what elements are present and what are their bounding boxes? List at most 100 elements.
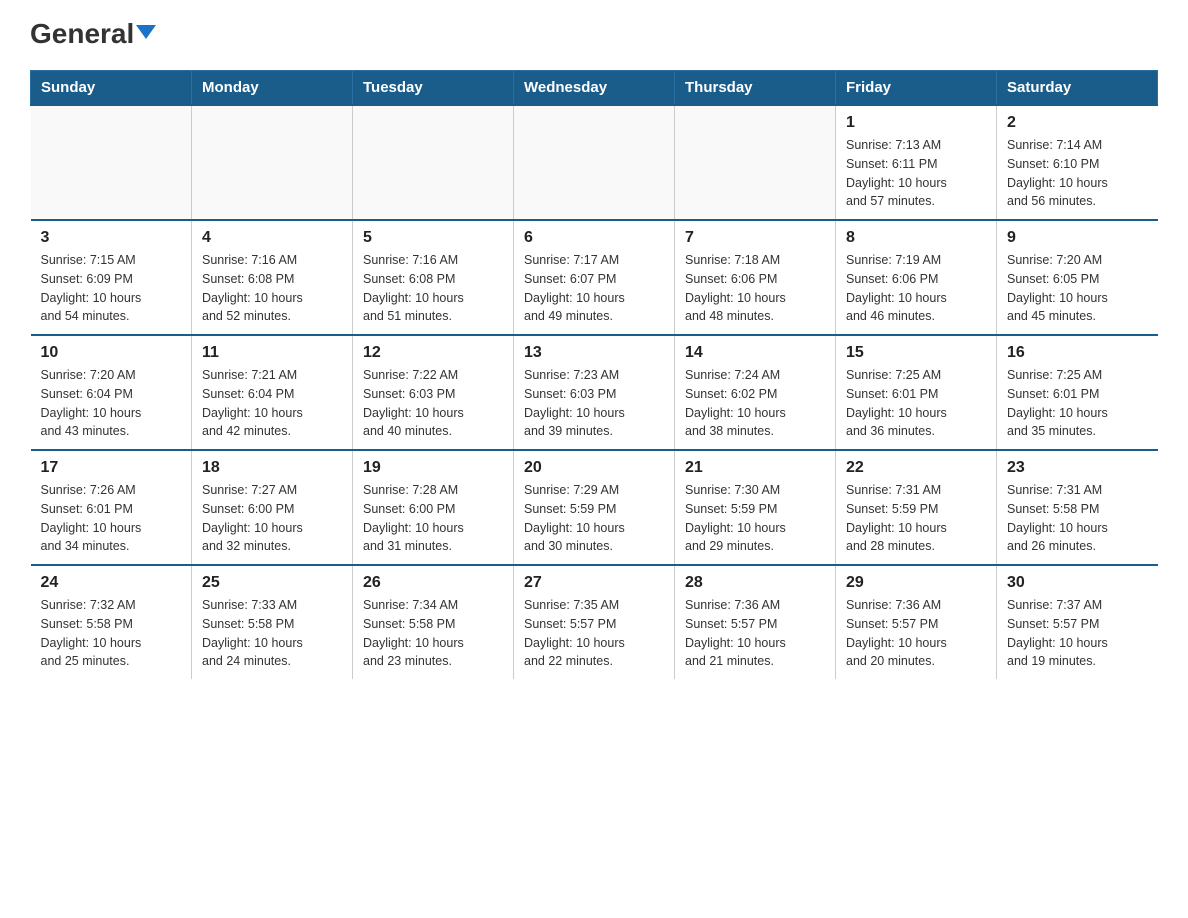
calendar-week-row: 3 Sunrise: 7:15 AM Sunset: 6:09 PM Daylig…	[31, 220, 1158, 335]
calendar-cell: 21 Sunrise: 7:30 AM Sunset: 5:59 PM Dayli…	[675, 450, 836, 565]
weekday-header-thursday: Thursday	[675, 71, 836, 106]
day-info: Sunrise: 7:19 AM Sunset: 6:06 PM Dayligh…	[846, 251, 986, 326]
day-number: 12	[363, 344, 503, 362]
page-header: General	[30, 20, 1158, 50]
calendar-cell: 2 Sunrise: 7:14 AM Sunset: 6:10 PM Daylig…	[997, 105, 1158, 220]
calendar-cell: 5Sunrise: 7:16 AM Sunset: 6:08 PM Daylig…	[353, 220, 514, 335]
calendar-cell	[31, 105, 192, 220]
calendar-cell: 28Sunrise: 7:36 AM Sunset: 5:57 PM Dayli…	[675, 565, 836, 679]
day-info: Sunrise: 7:16 AM Sunset: 6:08 PM Dayligh…	[202, 251, 342, 326]
calendar-cell: 3 Sunrise: 7:15 AM Sunset: 6:09 PM Daylig…	[31, 220, 192, 335]
calendar-week-row: 10 Sunrise: 7:20 AM Sunset: 6:04 PM Dayli…	[31, 335, 1158, 450]
day-number: 13	[524, 344, 664, 362]
calendar-cell: 12 Sunrise: 7:22 AM Sunset: 6:03 PM Dayli…	[353, 335, 514, 450]
day-info: Sunrise: 7:21 AM Sunset: 6:04 PM Dayligh…	[202, 366, 342, 441]
day-number: 27	[524, 574, 664, 592]
calendar-cell: 1Sunrise: 7:13 AM Sunset: 6:11 PM Daylig…	[836, 105, 997, 220]
calendar-cell: 20 Sunrise: 7:29 AM Sunset: 5:59 PM Dayli…	[514, 450, 675, 565]
day-info: Sunrise: 7:31 AM Sunset: 5:59 PM Dayligh…	[846, 481, 986, 556]
calendar-cell: 15 Sunrise: 7:25 AM Sunset: 6:01 PM Dayli…	[836, 335, 997, 450]
day-info: Sunrise: 7:35 AM Sunset: 5:57 PM Dayligh…	[524, 596, 664, 671]
day-info: Sunrise: 7:30 AM Sunset: 5:59 PM Dayligh…	[685, 481, 825, 556]
day-number: 23	[1007, 459, 1148, 477]
calendar-cell	[514, 105, 675, 220]
day-number: 24	[41, 574, 182, 592]
day-number: 20	[524, 459, 664, 477]
calendar-cell: 18 Sunrise: 7:27 AM Sunset: 6:00 PM Dayli…	[192, 450, 353, 565]
calendar-cell: 10 Sunrise: 7:20 AM Sunset: 6:04 PM Dayli…	[31, 335, 192, 450]
calendar-cell: 17 Sunrise: 7:26 AM Sunset: 6:01 PM Dayli…	[31, 450, 192, 565]
day-number: 11	[202, 344, 342, 362]
day-info: Sunrise: 7:23 AM Sunset: 6:03 PM Dayligh…	[524, 366, 664, 441]
day-info: Sunrise: 7:24 AM Sunset: 6:02 PM Dayligh…	[685, 366, 825, 441]
calendar-week-row: 24 Sunrise: 7:32 AM Sunset: 5:58 PM Dayli…	[31, 565, 1158, 679]
logo-triangle-icon	[136, 25, 156, 39]
day-info: Sunrise: 7:28 AM Sunset: 6:00 PM Dayligh…	[363, 481, 503, 556]
logo-general-text: General	[30, 18, 156, 49]
day-number: 2	[1007, 114, 1148, 132]
calendar-cell: 14 Sunrise: 7:24 AM Sunset: 6:02 PM Dayli…	[675, 335, 836, 450]
calendar-cell: 22 Sunrise: 7:31 AM Sunset: 5:59 PM Dayli…	[836, 450, 997, 565]
calendar-cell	[675, 105, 836, 220]
day-info: Sunrise: 7:27 AM Sunset: 6:00 PM Dayligh…	[202, 481, 342, 556]
day-info: Sunrise: 7:36 AM Sunset: 5:57 PM Dayligh…	[685, 596, 825, 671]
day-info: Sunrise: 7:14 AM Sunset: 6:10 PM Dayligh…	[1007, 136, 1148, 211]
calendar-cell: 9 Sunrise: 7:20 AM Sunset: 6:05 PM Daylig…	[997, 220, 1158, 335]
day-info: Sunrise: 7:25 AM Sunset: 6:01 PM Dayligh…	[846, 366, 986, 441]
weekday-header-saturday: Saturday	[997, 71, 1158, 106]
day-info: Sunrise: 7:25 AM Sunset: 6:01 PM Dayligh…	[1007, 366, 1148, 441]
day-info: Sunrise: 7:26 AM Sunset: 6:01 PM Dayligh…	[41, 481, 182, 556]
day-number: 10	[41, 344, 182, 362]
day-number: 22	[846, 459, 986, 477]
day-number: 7	[685, 229, 825, 247]
day-info: Sunrise: 7:13 AM Sunset: 6:11 PM Dayligh…	[846, 136, 986, 211]
calendar-cell: 4 Sunrise: 7:16 AM Sunset: 6:08 PM Daylig…	[192, 220, 353, 335]
calendar-cell: 29 Sunrise: 7:36 AM Sunset: 5:57 PM Dayli…	[836, 565, 997, 679]
day-info: Sunrise: 7:33 AM Sunset: 5:58 PM Dayligh…	[202, 596, 342, 671]
day-info: Sunrise: 7:37 AM Sunset: 5:57 PM Dayligh…	[1007, 596, 1148, 671]
day-info: Sunrise: 7:15 AM Sunset: 6:09 PM Dayligh…	[41, 251, 182, 326]
calendar-cell	[192, 105, 353, 220]
day-info: Sunrise: 7:18 AM Sunset: 6:06 PM Dayligh…	[685, 251, 825, 326]
calendar-cell: 19Sunrise: 7:28 AM Sunset: 6:00 PM Dayli…	[353, 450, 514, 565]
day-info: Sunrise: 7:20 AM Sunset: 6:04 PM Dayligh…	[41, 366, 182, 441]
weekday-header-row: SundayMondayTuesdayWednesdayThursdayFrid…	[31, 71, 1158, 106]
weekday-header-friday: Friday	[836, 71, 997, 106]
day-info: Sunrise: 7:20 AM Sunset: 6:05 PM Dayligh…	[1007, 251, 1148, 326]
day-number: 14	[685, 344, 825, 362]
day-number: 3	[41, 229, 182, 247]
day-number: 4	[202, 229, 342, 247]
day-info: Sunrise: 7:32 AM Sunset: 5:58 PM Dayligh…	[41, 596, 182, 671]
calendar-cell: 25 Sunrise: 7:33 AM Sunset: 5:58 PM Dayli…	[192, 565, 353, 679]
day-info: Sunrise: 7:16 AM Sunset: 6:08 PM Dayligh…	[363, 251, 503, 326]
day-number: 16	[1007, 344, 1148, 362]
calendar-week-row: 1Sunrise: 7:13 AM Sunset: 6:11 PM Daylig…	[31, 105, 1158, 220]
day-info: Sunrise: 7:29 AM Sunset: 5:59 PM Dayligh…	[524, 481, 664, 556]
calendar-cell: 6 Sunrise: 7:17 AM Sunset: 6:07 PM Daylig…	[514, 220, 675, 335]
day-info: Sunrise: 7:17 AM Sunset: 6:07 PM Dayligh…	[524, 251, 664, 326]
calendar-table: SundayMondayTuesdayWednesdayThursdayFrid…	[30, 70, 1158, 679]
calendar-cell	[353, 105, 514, 220]
weekday-header-tuesday: Tuesday	[353, 71, 514, 106]
day-number: 30	[1007, 574, 1148, 592]
calendar-cell: 24 Sunrise: 7:32 AM Sunset: 5:58 PM Dayli…	[31, 565, 192, 679]
day-number: 18	[202, 459, 342, 477]
calendar-cell: 23Sunrise: 7:31 AM Sunset: 5:58 PM Dayli…	[997, 450, 1158, 565]
calendar-cell: 30 Sunrise: 7:37 AM Sunset: 5:57 PM Dayli…	[997, 565, 1158, 679]
calendar-cell: 16 Sunrise: 7:25 AM Sunset: 6:01 PM Dayli…	[997, 335, 1158, 450]
day-number: 6	[524, 229, 664, 247]
day-number: 8	[846, 229, 986, 247]
day-info: Sunrise: 7:22 AM Sunset: 6:03 PM Dayligh…	[363, 366, 503, 441]
day-number: 25	[202, 574, 342, 592]
day-info: Sunrise: 7:36 AM Sunset: 5:57 PM Dayligh…	[846, 596, 986, 671]
logo: General	[30, 20, 156, 50]
calendar-cell: 26Sunrise: 7:34 AM Sunset: 5:58 PM Dayli…	[353, 565, 514, 679]
day-number: 21	[685, 459, 825, 477]
weekday-header-sunday: Sunday	[31, 71, 192, 106]
day-number: 29	[846, 574, 986, 592]
day-number: 17	[41, 459, 182, 477]
weekday-header-wednesday: Wednesday	[514, 71, 675, 106]
calendar-cell: 13 Sunrise: 7:23 AM Sunset: 6:03 PM Dayli…	[514, 335, 675, 450]
day-number: 15	[846, 344, 986, 362]
day-number: 9	[1007, 229, 1148, 247]
